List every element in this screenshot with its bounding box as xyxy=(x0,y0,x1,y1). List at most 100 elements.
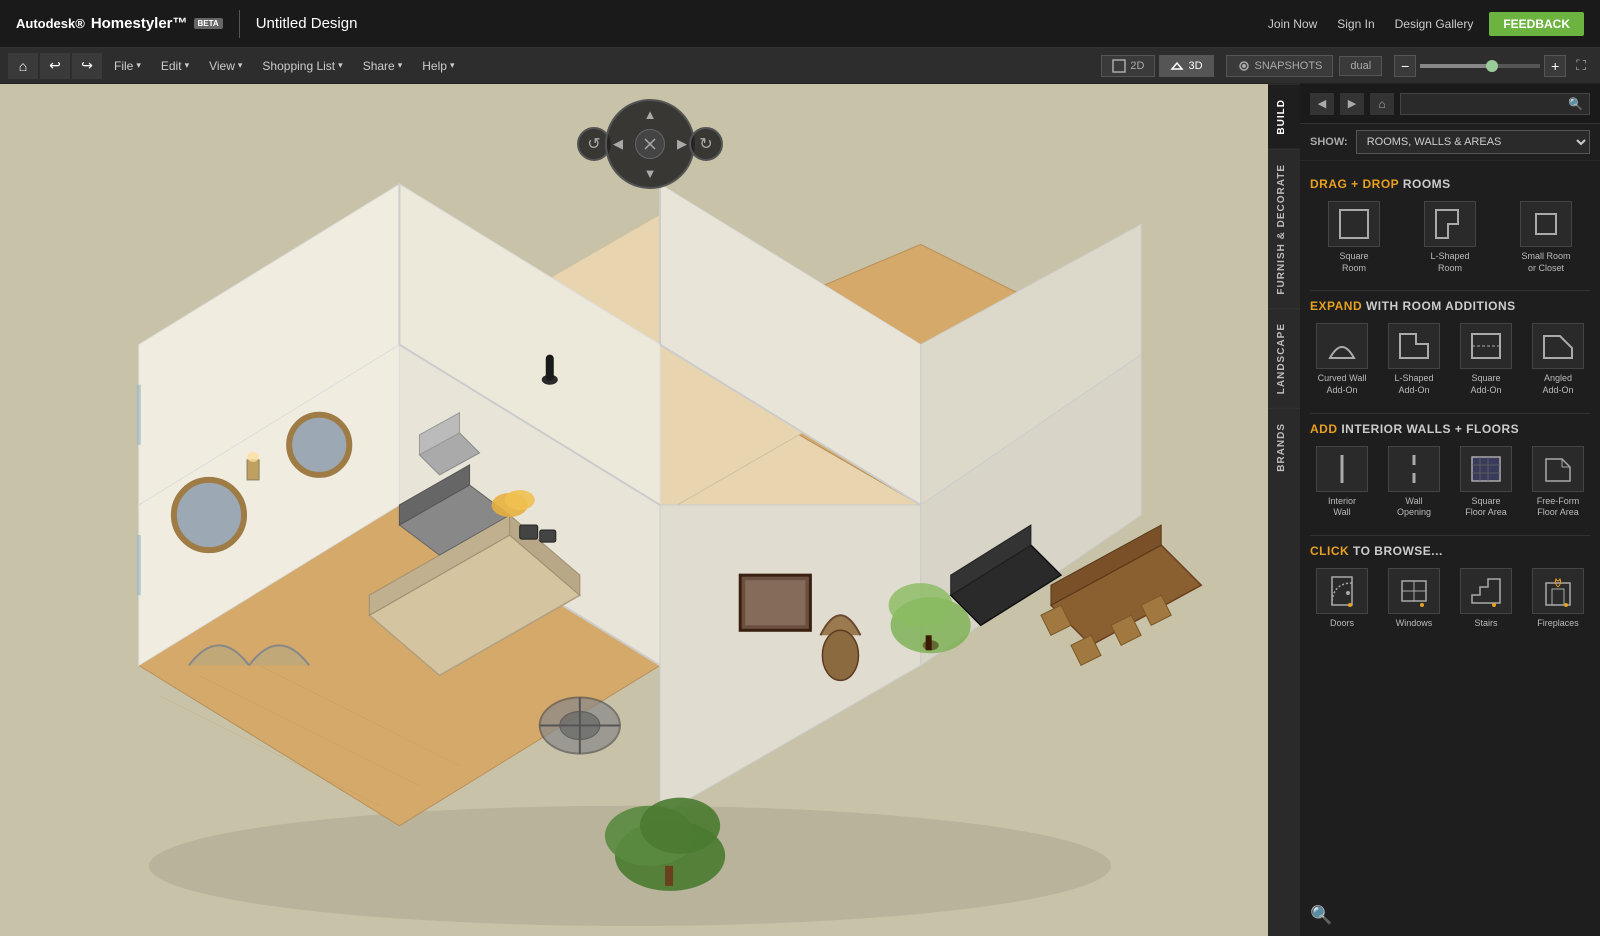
zoom-bar: − + ⛶ xyxy=(1394,55,1592,77)
tab-landscape[interactable]: LANDSCAPE xyxy=(1268,308,1300,408)
small-room-item[interactable]: Small Roomor Closet xyxy=(1502,201,1590,274)
topbar-nav-links: Join Now Sign In Design Gallery xyxy=(1268,17,1473,31)
share-menu[interactable]: Share▾ xyxy=(353,55,413,77)
fullscreen-button[interactable]: ⛶ xyxy=(1570,55,1592,76)
square-addon-item[interactable]: SquareAdd-On xyxy=(1454,323,1518,396)
panel-search-box: 🔍 xyxy=(1400,93,1590,115)
section-normal-browse: TO BROWSE... xyxy=(1353,544,1443,558)
l-shaped-addon-label: L-ShapedAdd-On xyxy=(1394,373,1433,396)
square-room-item[interactable]: SquareRoom xyxy=(1310,201,1398,274)
feedback-button[interactable]: FEEDBACK xyxy=(1489,12,1584,36)
wall-opening-item[interactable]: WallOpening xyxy=(1382,446,1446,519)
browse-grid: Doors Windows xyxy=(1310,568,1590,630)
tab-furnish[interactable]: FURNISH & DECORATE xyxy=(1268,149,1300,309)
fireplaces-item[interactable]: Fireplaces xyxy=(1526,568,1590,630)
show-select[interactable]: ROOMS, WALLS & AREAS xyxy=(1356,130,1590,154)
canvas-area[interactable]: ↺ ▲ ▼ ◀ ▶ ↻ xyxy=(0,84,1300,936)
l-shaped-room-item[interactable]: L-ShapedRoom xyxy=(1406,201,1494,274)
file-menu[interactable]: File▾ xyxy=(104,55,151,77)
l-shaped-room-icon xyxy=(1424,201,1476,247)
section-highlight-click: CLICK xyxy=(1310,544,1349,558)
curved-wall-label: Curved WallAdd-On xyxy=(1318,373,1367,396)
floorplan-svg xyxy=(0,84,1300,936)
home-menu-button[interactable]: ⌂ xyxy=(8,53,38,79)
square-floor-icon xyxy=(1460,446,1512,492)
doors-icon xyxy=(1316,568,1368,614)
interior-wall-label: InteriorWall xyxy=(1328,496,1356,519)
panel-search-input[interactable] xyxy=(1407,98,1568,110)
pan-right-button[interactable]: ▶ xyxy=(677,136,687,152)
additions-grid: Curved WallAdd-On L-ShapedAdd-On xyxy=(1310,323,1590,396)
fireplaces-icon xyxy=(1532,568,1584,614)
divider-3 xyxy=(1310,535,1590,536)
divider-1 xyxy=(1310,290,1590,291)
show-row: SHOW: ROOMS, WALLS & AREAS xyxy=(1300,124,1600,161)
tab-brands[interactable]: BRANDS xyxy=(1268,408,1300,486)
view-2d-button[interactable]: 2D xyxy=(1101,55,1155,77)
doors-label: Doors xyxy=(1330,618,1354,630)
section-normal-additions: WITH ROOM ADDITIONS xyxy=(1366,299,1516,313)
join-now-link[interactable]: Join Now xyxy=(1268,17,1317,31)
pan-up-button[interactable]: ▲ xyxy=(644,107,657,122)
panel-forward-button[interactable]: ▶ xyxy=(1340,93,1364,115)
snapshots-button[interactable]: SNAPSHOTS xyxy=(1226,55,1334,77)
zoom-out-button[interactable]: − xyxy=(1394,55,1416,77)
section-normal-walls-floors: INTERIOR WALLS + FLOORS xyxy=(1341,422,1519,436)
search-icon[interactable]: 🔍 xyxy=(1568,97,1583,111)
nav-center-button[interactable] xyxy=(635,129,665,159)
tab-build[interactable]: BUILD xyxy=(1268,84,1300,149)
help-menu[interactable]: Help▾ xyxy=(412,55,464,77)
curved-wall-item[interactable]: Curved WallAdd-On xyxy=(1310,323,1374,396)
square-floor-label: SquareFloor Area xyxy=(1465,496,1507,519)
section-highlight-drag-drop: DRAG + DROP xyxy=(1310,177,1399,191)
shopping-list-menu[interactable]: Shopping List▾ xyxy=(252,55,352,77)
curved-wall-icon xyxy=(1316,323,1368,369)
navigation-controls: ↺ ▲ ▼ ◀ ▶ ↻ xyxy=(605,99,695,189)
square-addon-icon xyxy=(1460,323,1512,369)
rotate-right-button[interactable]: ↻ xyxy=(689,127,723,161)
main-area: ↺ ▲ ▼ ◀ ▶ ↻ xyxy=(0,84,1600,936)
view-menu[interactable]: View▾ xyxy=(199,55,252,77)
zoom-in-button[interactable]: + xyxy=(1544,55,1566,77)
walls-floors-grid: InteriorWall WallOpening xyxy=(1310,446,1590,519)
panel-header: ◀ ▶ ⌂ 🔍 xyxy=(1300,84,1600,124)
pan-down-button[interactable]: ▼ xyxy=(644,166,657,181)
view-3d-button[interactable]: 3D xyxy=(1159,55,1213,77)
side-panel: BUILD FURNISH & DECORATE LANDSCAPE BRAND… xyxy=(1300,84,1600,936)
redo-button[interactable]: ↪ xyxy=(72,53,102,79)
angled-addon-item[interactable]: AngledAdd-On xyxy=(1526,323,1590,396)
doors-item[interactable]: Doors xyxy=(1310,568,1374,630)
panel-home-button[interactable]: ⌂ xyxy=(1370,93,1394,115)
stairs-label: Stairs xyxy=(1474,618,1497,630)
rooms-grid: SquareRoom L-ShapedRoom xyxy=(1310,201,1590,274)
brand-autodesk: Autodesk® xyxy=(16,16,85,31)
undo-button[interactable]: ↩ xyxy=(40,53,70,79)
windows-item[interactable]: Windows xyxy=(1382,568,1446,630)
zoom-slider[interactable] xyxy=(1420,64,1540,68)
panel-content: DRAG + DROP ROOMS SquareRoom xyxy=(1300,161,1600,936)
edit-menu[interactable]: Edit▾ xyxy=(151,55,199,77)
pan-left-button[interactable]: ◀ xyxy=(613,136,623,152)
angled-addon-label: AngledAdd-On xyxy=(1542,373,1573,396)
zoom-slider-thumb xyxy=(1486,60,1498,72)
square-room-label: SquareRoom xyxy=(1339,251,1368,274)
wall-opening-icon xyxy=(1388,446,1440,492)
stairs-item[interactable]: Stairs xyxy=(1454,568,1518,630)
view-toggle: 2D 3D xyxy=(1101,55,1213,77)
section-browse: CLICK TO BROWSE... xyxy=(1310,544,1590,558)
l-shaped-addon-item[interactable]: L-ShapedAdd-On xyxy=(1382,323,1446,396)
section-highlight-expand: EXPAND xyxy=(1310,299,1362,313)
design-gallery-link[interactable]: Design Gallery xyxy=(1395,17,1474,31)
freeform-floor-label: Free-FormFloor Area xyxy=(1537,496,1580,519)
panel-magnifier[interactable]: 🔍 xyxy=(1310,905,1332,926)
interior-wall-item[interactable]: InteriorWall xyxy=(1310,446,1374,519)
3d-scene[interactable]: ↺ ▲ ▼ ◀ ▶ ↻ xyxy=(0,84,1300,936)
sign-in-link[interactable]: Sign In xyxy=(1337,17,1374,31)
nav-ring: ▲ ▼ ◀ ▶ xyxy=(605,99,695,189)
brand-homestyler: Homestyler™ xyxy=(91,15,188,32)
square-floor-item[interactable]: SquareFloor Area xyxy=(1454,446,1518,519)
topbar: Autodesk® Homestyler™ BETA Untitled Desi… xyxy=(0,0,1600,48)
panel-back-button[interactable]: ◀ xyxy=(1310,93,1334,115)
dual-button[interactable]: dual xyxy=(1339,56,1382,76)
freeform-floor-item[interactable]: Free-FormFloor Area xyxy=(1526,446,1590,519)
